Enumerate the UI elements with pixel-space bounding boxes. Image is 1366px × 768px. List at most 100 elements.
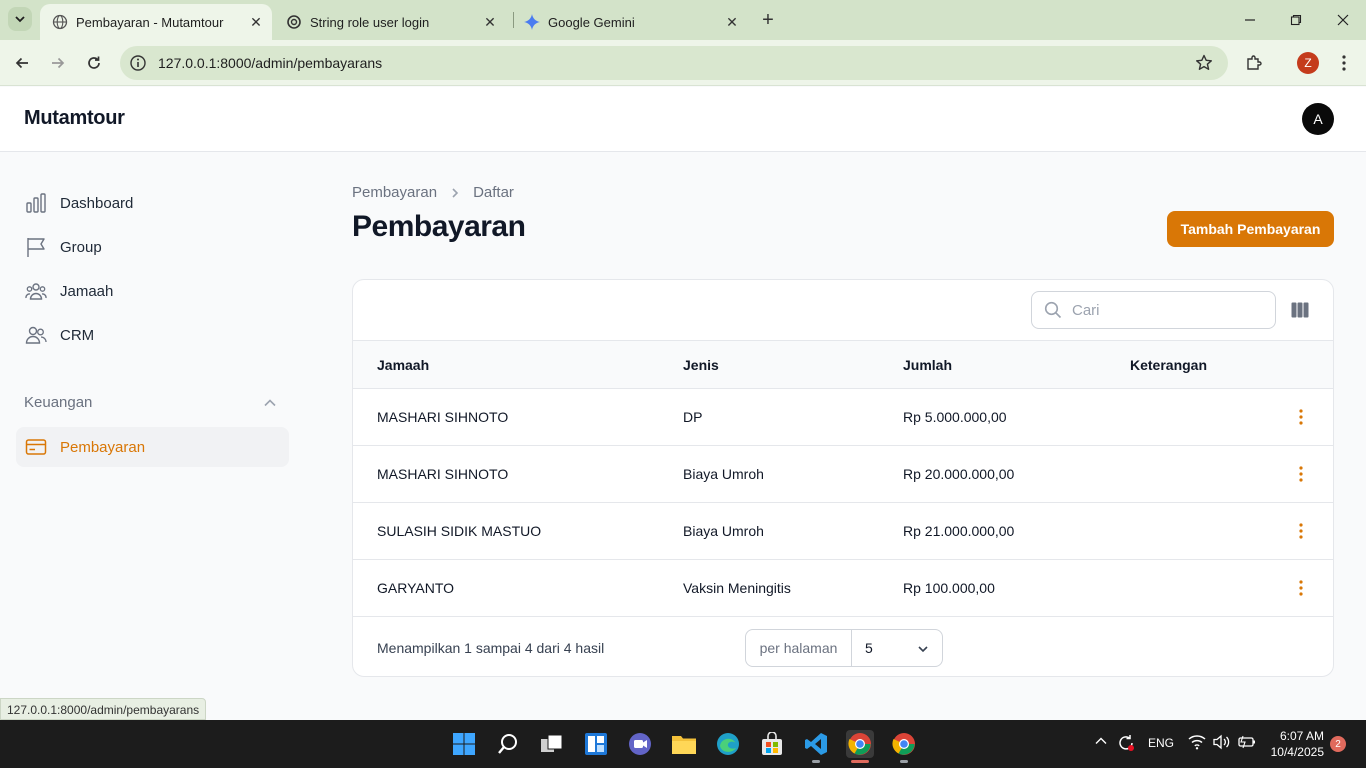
tab-gemini[interactable]: Google Gemini ✕: [512, 4, 748, 40]
app-header: Mutamtour A: [0, 87, 1366, 152]
chevron-up-icon: [1095, 737, 1107, 744]
file-explorer-button[interactable]: [670, 730, 698, 758]
site-info-icon[interactable]: [129, 54, 147, 72]
widgets-button[interactable]: [582, 730, 610, 758]
column-toggle-icon[interactable]: [1291, 301, 1309, 319]
cell-jamaah: SULASIH SIDIK MASTUO: [377, 523, 542, 539]
breadcrumb-current: Daftar: [473, 184, 514, 201]
nav-group-keuangan[interactable]: Keuangan: [24, 394, 92, 411]
sidebar: Dashboard Group Jamaah CRM Keuangan Pemb…: [0, 152, 300, 720]
volume-icon[interactable]: [1212, 734, 1230, 753]
edge-button[interactable]: [714, 730, 742, 758]
back-button[interactable]: [8, 49, 36, 77]
cell-jumlah: Rp 21.000.000,00: [903, 523, 1015, 539]
breadcrumb-link[interactable]: Pembayaran: [352, 184, 437, 201]
widgets-icon: [585, 733, 607, 755]
bookmark-star-icon[interactable]: [1194, 53, 1214, 73]
close-icon[interactable]: ✕: [246, 12, 266, 32]
tab-search-button[interactable]: [8, 7, 32, 31]
search-input[interactable]: Cari: [1031, 291, 1276, 329]
table-row[interactable]: MASHARI SIHNOTO Biaya Umroh Rp 20.000.00…: [353, 446, 1333, 503]
sidebar-item-dashboard[interactable]: Dashboard: [16, 183, 289, 223]
create-pembayaran-button[interactable]: Tambah Pembayaran: [1167, 211, 1334, 247]
vscode-icon: [805, 733, 827, 755]
brand-logo[interactable]: Mutamtour: [24, 107, 125, 130]
gemini-icon: [524, 14, 540, 30]
sidebar-item-label: Dashboard: [60, 194, 134, 212]
running-indicator: [900, 760, 908, 763]
row-actions-button[interactable]: [1291, 464, 1311, 484]
restore-icon: [1290, 14, 1302, 26]
sidebar-item-pembayaran[interactable]: Pembayaran: [16, 427, 289, 467]
user-group-icon: [24, 279, 48, 303]
sidebar-item-label: Jamaah: [60, 282, 114, 300]
table-row[interactable]: SULASIH SIDIK MASTUO Biaya Umroh Rp 21.0…: [353, 503, 1333, 560]
vscode-button[interactable]: [802, 730, 830, 758]
row-actions-button[interactable]: [1291, 578, 1311, 598]
column-header-jenis[interactable]: Jenis: [683, 357, 719, 373]
restore-button[interactable]: [1282, 6, 1310, 34]
chrome-icon: [848, 733, 871, 755]
clock[interactable]: 6:07 AM 10/4/2025: [1262, 728, 1324, 760]
new-tab-button[interactable]: +: [756, 8, 780, 32]
task-view-button[interactable]: [538, 730, 566, 758]
column-header-jamaah[interactable]: Jamaah: [377, 357, 429, 373]
search-button[interactable]: [494, 730, 522, 758]
sidebar-item-label: CRM: [60, 326, 95, 344]
sidebar-item-crm[interactable]: CRM: [16, 315, 289, 355]
row-actions-button[interactable]: [1291, 407, 1311, 427]
teams-chat-button[interactable]: [626, 730, 654, 758]
column-header-jumlah[interactable]: Jumlah: [903, 357, 952, 373]
profile-avatar[interactable]: Z: [1297, 52, 1319, 74]
minimize-button[interactable]: [1236, 6, 1264, 34]
reload-icon: [88, 56, 100, 69]
per-page-label: per halaman: [746, 630, 852, 666]
chrome-button[interactable]: [846, 730, 874, 758]
battery-icon[interactable]: [1237, 734, 1257, 753]
notification-badge[interactable]: 2: [1330, 736, 1346, 752]
more-vertical-icon: [1299, 409, 1303, 425]
show-hidden-icons-button[interactable]: [1094, 734, 1108, 751]
browser-tab-bar: Pembayaran - Mutamtour ✕ String role use…: [0, 0, 1366, 40]
close-icon[interactable]: ✕: [480, 12, 500, 32]
reload-button[interactable]: [80, 49, 108, 77]
store-button[interactable]: [758, 730, 786, 758]
language-indicator[interactable]: ENG: [1148, 736, 1174, 750]
tab-pembayaran[interactable]: Pembayaran - Mutamtour ✕: [40, 4, 272, 40]
per-page-select[interactable]: per halaman 5: [745, 629, 943, 667]
more-vertical-icon: [1299, 580, 1303, 596]
users-icon: [24, 323, 48, 347]
link-status-bubble: 127.0.0.1:8000/admin/pembayarans: [0, 698, 207, 720]
tab-title: Google Gemini: [548, 14, 635, 30]
tab-string-role[interactable]: String role user login ✕: [274, 4, 506, 40]
close-icon: [1337, 14, 1349, 26]
user-avatar[interactable]: A: [1302, 103, 1334, 135]
row-actions-button[interactable]: [1291, 521, 1311, 541]
browser-menu-button[interactable]: [1330, 49, 1358, 77]
search-icon: [498, 734, 517, 754]
close-icon[interactable]: ✕: [722, 12, 742, 32]
cell-jenis: DP: [683, 409, 703, 425]
column-header-keterangan[interactable]: Keterangan: [1130, 357, 1207, 373]
sidebar-item-group[interactable]: Group: [16, 227, 289, 267]
extensions-button[interactable]: [1240, 49, 1268, 77]
table-row[interactable]: MASHARI SIHNOTO DP Rp 5.000.000,00: [353, 389, 1333, 446]
cell-jenis: Biaya Umroh: [683, 466, 764, 482]
breadcrumb: Pembayaran Daftar: [352, 184, 514, 201]
chevron-up-icon[interactable]: [262, 395, 278, 411]
chrome-profile-button[interactable]: [890, 730, 918, 758]
wifi-icon[interactable]: [1188, 734, 1206, 753]
sync-tray-button[interactable]: [1116, 733, 1136, 756]
table-row[interactable]: GARYANTO Vaksin Meningitis Rp 100.000,00: [353, 560, 1333, 617]
puzzle-icon: [1247, 55, 1262, 70]
more-vertical-icon: [1299, 466, 1303, 482]
sidebar-item-jamaah[interactable]: Jamaah: [16, 271, 289, 311]
active-indicator: [851, 760, 869, 763]
forward-button[interactable]: [44, 49, 72, 77]
search-icon: [1044, 301, 1062, 319]
close-window-button[interactable]: [1329, 6, 1357, 34]
start-button[interactable]: [450, 730, 478, 758]
search-placeholder: Cari: [1072, 301, 1100, 319]
chart-bar-icon: [24, 191, 48, 215]
address-bar[interactable]: 127.0.0.1:8000/admin/pembayarans: [120, 46, 1228, 80]
